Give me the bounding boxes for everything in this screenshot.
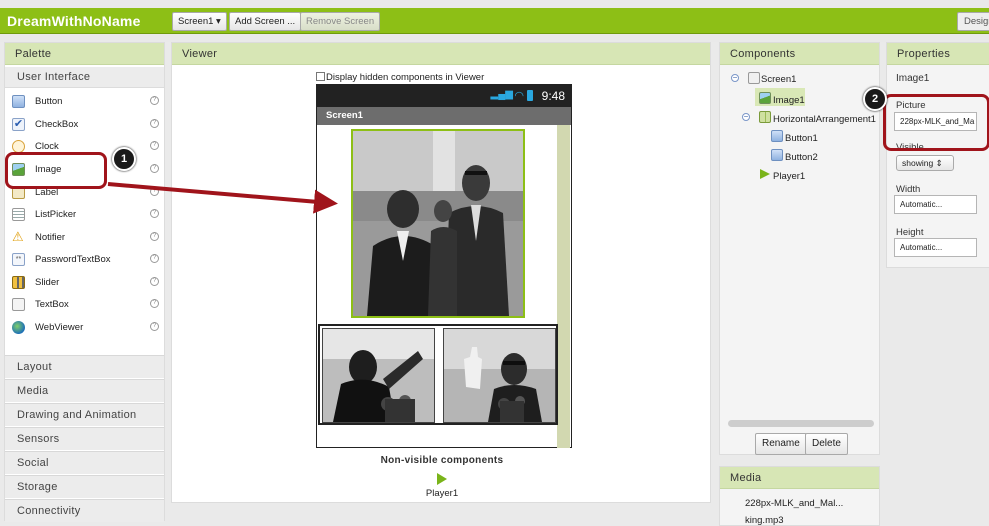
step-badge-2: 2 — [863, 87, 887, 111]
step-badge-1: 1 — [112, 147, 136, 171]
annotation-arrow — [107, 182, 338, 214]
